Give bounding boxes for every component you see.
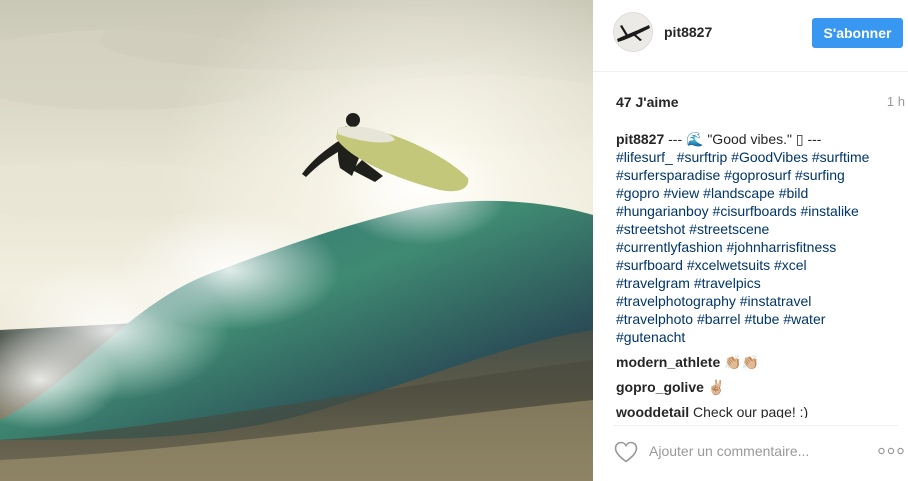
- follow-button[interactable]: S'abonner: [812, 18, 903, 48]
- hashtag-link[interactable]: #instatravel: [740, 293, 812, 309]
- comment-text: Check our page! :): [693, 404, 809, 418]
- hashtag-link[interactable]: #goprosurf: [724, 167, 791, 183]
- hashtag-link[interactable]: #bild: [779, 185, 809, 201]
- comments-list[interactable]: pit8827 --- 🌊 "Good vibes." ▯ --- #lifes…: [616, 130, 876, 418]
- avatar-image: [614, 13, 652, 51]
- hashtag-link[interactable]: #travelphoto: [616, 311, 693, 327]
- list-item: modern_athlete 👏🏼👏🏼: [616, 353, 876, 371]
- post-side-panel: pit8827 S'abonner 47 J'aime 1 h pit8827 …: [593, 0, 908, 481]
- hashtag-link[interactable]: #surfing: [795, 167, 845, 183]
- comment-username[interactable]: gopro_golive: [616, 379, 704, 395]
- post-author-username[interactable]: pit8827: [664, 24, 712, 40]
- hashtag-link[interactable]: #streetscene: [689, 221, 769, 237]
- likes-count[interactable]: 47 J'aime: [616, 94, 679, 110]
- hashtag-link[interactable]: #instalike: [800, 203, 858, 219]
- hashtag-link[interactable]: #travelphotography: [616, 293, 736, 309]
- hashtag-link[interactable]: #landscape: [703, 185, 775, 201]
- hashtag-link[interactable]: #surftrip: [677, 149, 728, 165]
- hashtag-link[interactable]: #streetshot: [616, 221, 685, 237]
- post-timestamp[interactable]: 1 h: [887, 94, 905, 109]
- hashtag-link[interactable]: #xcelwetsuits: [687, 257, 770, 273]
- list-item: wooddetail Check our page! :): [616, 403, 876, 418]
- post-header: pit8827 S'abonner: [593, 0, 908, 72]
- hashtag-link[interactable]: #tube: [744, 311, 779, 327]
- hashtag-link[interactable]: #travelpics: [694, 275, 761, 291]
- hashtag-link[interactable]: #view: [663, 185, 699, 201]
- add-comment-input[interactable]: Ajouter un commentaire...: [649, 443, 809, 459]
- post-caption: pit8827 --- 🌊 "Good vibes." ▯ --- #lifes…: [616, 130, 876, 346]
- comment-text: ✌🏼: [707, 379, 726, 395]
- hashtag-link[interactable]: #currentlyfashion: [616, 239, 723, 255]
- hashtag-link[interactable]: #gutenacht: [616, 329, 685, 345]
- hashtag-link[interactable]: #xcel: [774, 257, 807, 273]
- surf-photo-illustration: [0, 0, 593, 481]
- list-item: gopro_golive ✌🏼: [616, 378, 876, 396]
- hashtag-link[interactable]: #hungarianboy: [616, 203, 709, 219]
- avatar[interactable]: [613, 12, 653, 52]
- hashtag-link[interactable]: #water: [783, 311, 825, 327]
- hashtag-link[interactable]: #cisurfboards: [713, 203, 797, 219]
- divider: [613, 425, 898, 426]
- more-options-icon[interactable]: [878, 447, 904, 455]
- hashtag-link[interactable]: #surfersparadise: [616, 167, 720, 183]
- post-photo[interactable]: [0, 0, 593, 481]
- hashtag-link[interactable]: #travelgram: [616, 275, 690, 291]
- comment-text: 👏🏼👏🏼: [724, 354, 760, 370]
- caption-text: --- 🌊 "Good vibes." ▯ ---: [668, 131, 822, 147]
- heart-icon[interactable]: [614, 441, 638, 463]
- post-viewer: pit8827 S'abonner 47 J'aime 1 h pit8827 …: [0, 0, 908, 481]
- hashtag-link[interactable]: #barrel: [697, 311, 741, 327]
- caption-hashtags: #lifesurf_ #surftrip #GoodVibes #surftim…: [616, 149, 869, 345]
- hashtag-link[interactable]: #GoodVibes: [731, 149, 808, 165]
- hashtag-link[interactable]: #johnharrisfitness: [727, 239, 837, 255]
- hashtag-link[interactable]: #gopro: [616, 185, 660, 201]
- caption-username[interactable]: pit8827: [616, 131, 664, 147]
- hashtag-link[interactable]: #lifesurf_: [616, 149, 673, 165]
- comment-username[interactable]: wooddetail: [616, 404, 689, 418]
- comment-username[interactable]: modern_athlete: [616, 354, 720, 370]
- hashtag-link[interactable]: #surfboard: [616, 257, 683, 273]
- hashtag-link[interactable]: #surftime: [812, 149, 870, 165]
